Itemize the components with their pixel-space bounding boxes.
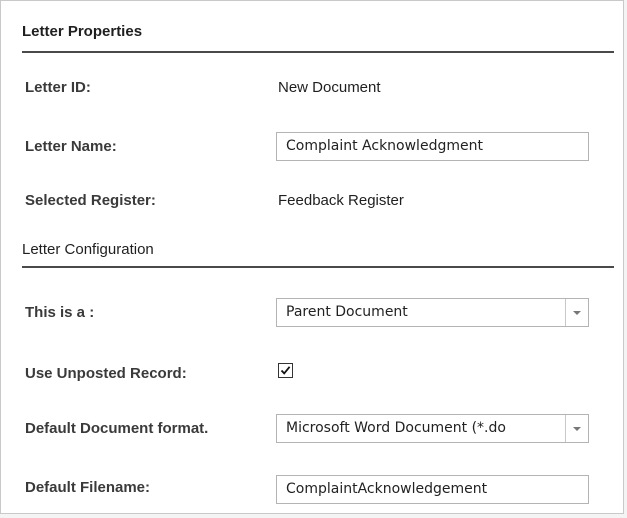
selected-register-label: Selected Register: bbox=[25, 192, 156, 209]
letter-id-label: Letter ID: bbox=[25, 79, 91, 96]
document-type-label: This is a : bbox=[25, 304, 95, 321]
letter-properties-header: Letter Properties bbox=[22, 23, 614, 53]
default-document-format-dropdown-button[interactable] bbox=[565, 415, 588, 442]
letter-name-label: Letter Name: bbox=[25, 138, 117, 155]
use-unposted-record-checkbox[interactable] bbox=[278, 363, 293, 378]
default-document-format-label: Default Document format. bbox=[25, 420, 209, 437]
document-type-select[interactable]: Parent Document bbox=[276, 298, 589, 327]
letter-name-input[interactable]: Complaint Acknowledgment bbox=[276, 132, 589, 161]
document-type-selected-value: Parent Document bbox=[286, 304, 408, 320]
checkmark-icon bbox=[280, 366, 291, 375]
letter-id-value: New Document bbox=[278, 79, 381, 96]
document-type-dropdown-button[interactable] bbox=[565, 299, 588, 326]
default-document-format-select[interactable]: Microsoft Word Document (*.do bbox=[276, 414, 589, 443]
use-unposted-record-label: Use Unposted Record: bbox=[25, 365, 187, 382]
default-document-format-selected-value: Microsoft Word Document (*.do bbox=[286, 420, 506, 436]
default-filename-input[interactable]: ComplaintAcknowledgement bbox=[276, 475, 589, 504]
letter-properties-panel: Letter Properties Letter ID: New Documen… bbox=[0, 0, 624, 514]
default-filename-label: Default Filename: bbox=[25, 479, 151, 496]
chevron-down-icon bbox=[573, 426, 581, 431]
selected-register-value: Feedback Register bbox=[278, 192, 404, 209]
chevron-down-icon bbox=[573, 310, 581, 315]
letter-configuration-header: Letter Configuration bbox=[22, 241, 614, 268]
